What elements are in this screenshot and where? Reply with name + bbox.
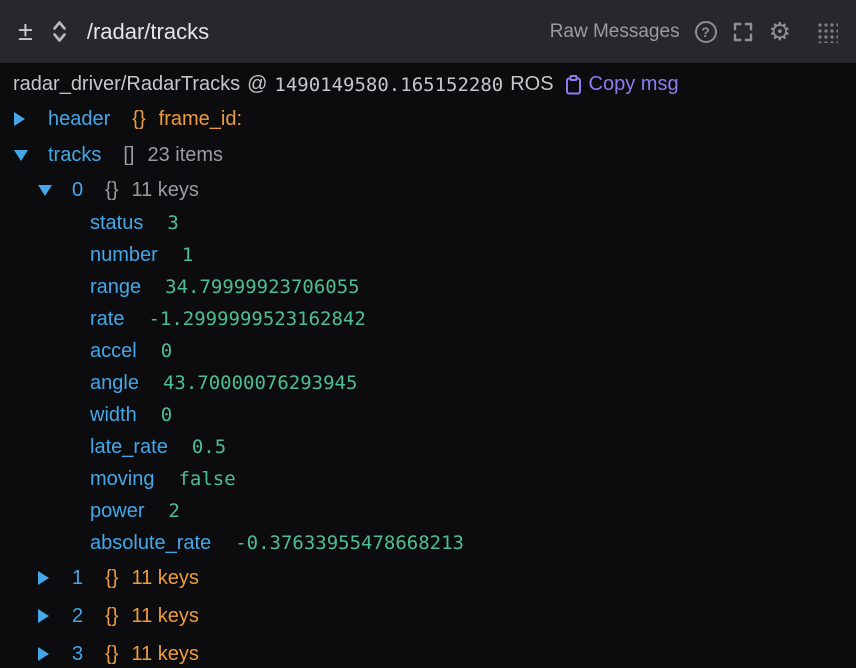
message-info-bar: radar_driver/RadarTracks @ 1490149580.16… [0, 64, 856, 101]
object-braces: {} [105, 179, 118, 202]
field-key: width [90, 404, 137, 427]
field-value: 1 [182, 244, 193, 266]
topic-history-chevrons-icon[interactable] [50, 18, 69, 45]
key-count: 11 keys [131, 567, 198, 590]
expand-arrow-icon[interactable] [14, 112, 38, 126]
expand-arrow-icon[interactable] [38, 571, 62, 585]
field-key: range [90, 276, 141, 299]
key-count: 11 keys [131, 179, 198, 202]
at-separator: @ [247, 73, 267, 96]
field-value: -0.37633955478668213 [235, 532, 464, 554]
protocol-label: ROS [510, 73, 553, 96]
toolbar-right-group: Raw Messages ? ⚙ [550, 19, 838, 44]
field-row-absolute-rate: absolute_rate -0.37633955478668213 [0, 527, 856, 559]
key-count: 11 keys [131, 605, 198, 628]
field-key: late_rate [90, 436, 168, 459]
message-timestamp: 1490149580.165152280 [274, 74, 503, 96]
object-braces: {} [132, 108, 145, 131]
message-datatype: radar_driver/RadarTracks [13, 73, 240, 96]
field-row-late-rate: late_rate 0.5 [0, 431, 856, 463]
field-value: -1.2999999523162842 [148, 308, 365, 330]
node-key: 0 [72, 179, 83, 202]
settings-gear-icon[interactable]: ⚙ [769, 19, 791, 44]
expand-arrow-icon[interactable] [38, 609, 62, 623]
tree-row-track-1[interactable]: 1 {} 11 keys [0, 559, 856, 597]
collapse-arrow-icon[interactable] [14, 150, 38, 161]
field-key: number [90, 244, 158, 267]
array-brackets: [] [123, 144, 134, 167]
field-value: 3 [167, 212, 178, 234]
field-value: 0 [161, 340, 172, 362]
field-key: status [90, 212, 143, 235]
field-value: false [178, 468, 235, 490]
copy-msg-button[interactable]: Copy msg [565, 73, 679, 96]
drag-handle-grid-icon[interactable] [816, 21, 838, 43]
field-value: 2 [168, 500, 179, 522]
node-key: 3 [72, 643, 83, 666]
field-value: 43.70000076293945 [163, 372, 357, 394]
field-row-width: width 0 [0, 399, 856, 431]
field-row-number: number 1 [0, 239, 856, 271]
diff-toggle-icon[interactable]: ± [18, 18, 33, 45]
field-value: 34.79999923706055 [165, 276, 359, 298]
topic-path-input[interactable]: /radar/tracks [87, 19, 209, 45]
field-value: 0 [161, 404, 172, 426]
field-row-power: power 2 [0, 495, 856, 527]
item-count: 23 items [147, 144, 223, 167]
field-key: moving [90, 468, 154, 491]
field-row-range: range 34.79999923706055 [0, 271, 856, 303]
clipboard-icon [565, 75, 582, 95]
key-count: 11 keys [131, 643, 198, 666]
panel-toolbar: ± /radar/tracks Raw Messages ? ⚙ [0, 0, 856, 64]
fullscreen-icon[interactable] [732, 21, 754, 43]
field-key: accel [90, 340, 137, 363]
node-key: tracks [48, 144, 101, 167]
field-key: angle [90, 372, 139, 395]
raw-messages-panel: ± /radar/tracks Raw Messages ? ⚙ radar_d… [0, 0, 856, 668]
tree-row-track-2[interactable]: 2 {} 11 keys [0, 597, 856, 635]
collapse-arrow-icon[interactable] [38, 185, 62, 196]
expand-arrow-icon[interactable] [38, 647, 62, 661]
message-tree: header {} frame_id: tracks [] 23 items 0… [0, 101, 856, 668]
object-preview: frame_id: [159, 108, 242, 131]
tree-row-header[interactable]: header {} frame_id: [0, 101, 856, 137]
field-row-status: status 3 [0, 207, 856, 239]
object-braces: {} [105, 605, 118, 628]
field-key: power [90, 500, 144, 523]
copy-msg-label: Copy msg [589, 73, 679, 96]
field-row-rate: rate -1.2999999523162842 [0, 303, 856, 335]
tree-row-tracks[interactable]: tracks [] 23 items [0, 137, 856, 173]
node-key: header [48, 108, 110, 131]
panel-type-label: Raw Messages [550, 21, 680, 43]
field-row-moving: moving false [0, 463, 856, 495]
field-value: 0.5 [192, 436, 226, 458]
tree-row-track-0[interactable]: 0 {} 11 keys [0, 173, 856, 207]
tree-row-track-3[interactable]: 3 {} 11 keys [0, 635, 856, 668]
field-row-accel: accel 0 [0, 335, 856, 367]
object-braces: {} [105, 643, 118, 666]
help-icon[interactable]: ? [695, 21, 717, 43]
field-row-angle: angle 43.70000076293945 [0, 367, 856, 399]
field-key: rate [90, 308, 124, 331]
node-key: 2 [72, 605, 83, 628]
object-braces: {} [105, 567, 118, 590]
field-key: absolute_rate [90, 532, 211, 555]
node-key: 1 [72, 567, 83, 590]
